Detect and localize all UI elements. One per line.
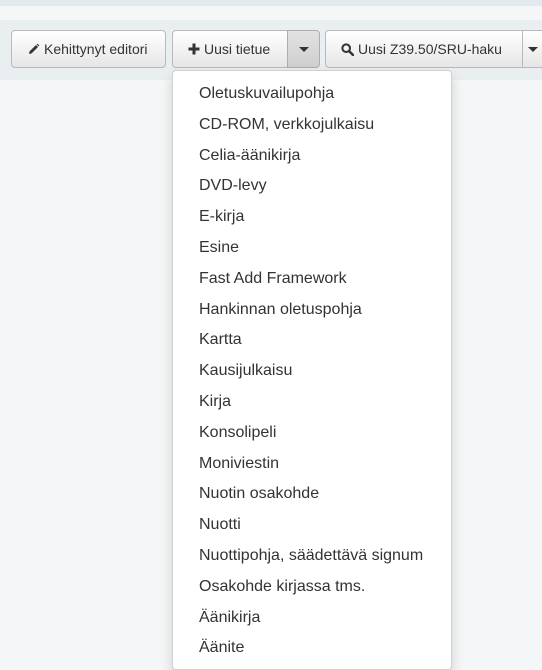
framework-menu-item[interactable]: Fast Add Framework — [173, 264, 451, 295]
framework-menu-item[interactable]: Oletuskuvailupohja — [173, 79, 451, 110]
framework-menu-item[interactable]: Kausijulkaisu — [173, 356, 451, 387]
advanced-editor-button[interactable]: Kehittynyt editori — [11, 30, 166, 68]
caret-down-icon — [528, 46, 538, 52]
framework-menu-item[interactable]: Esine — [173, 233, 451, 264]
caret-down-icon — [298, 46, 309, 52]
search-icon — [341, 42, 358, 56]
new-record-label: Uusi tietue — [204, 41, 271, 57]
framework-menu-item[interactable]: Hankinnan oletuspohja — [173, 295, 451, 326]
framework-dropdown-menu: Oletuskuvailupohja CD-ROM, verkkojulkaisu… — [172, 70, 452, 670]
framework-menu-item[interactable]: Nuotti — [173, 510, 451, 541]
framework-menu-item[interactable]: Kirja — [173, 387, 451, 418]
framework-menu-item[interactable]: Moniviestin — [173, 449, 451, 480]
advanced-editor-label: Kehittynyt editori — [44, 41, 148, 57]
framework-menu-item[interactable]: Nuotin osakohde — [173, 479, 451, 510]
framework-list: Oletuskuvailupohja CD-ROM, verkkojulkaisu… — [173, 71, 451, 664]
pencil-icon — [27, 43, 44, 56]
framework-menu-item[interactable]: CD-ROM, verkkojulkaisu — [173, 110, 451, 141]
framework-menu-item[interactable]: Äänikirja — [173, 603, 451, 634]
plus-icon — [188, 43, 204, 55]
z3950-search-button[interactable]: Uusi Z39.50/SRU-haku — [325, 30, 523, 68]
framework-menu-item[interactable]: Kartta — [173, 325, 451, 356]
framework-menu-item[interactable]: Äänite — [173, 633, 451, 664]
top-strip — [0, 0, 542, 6]
framework-menu-item[interactable]: DVD-levy — [173, 171, 451, 202]
new-record-button[interactable]: Uusi tietue — [172, 30, 288, 68]
framework-menu-item[interactable]: E-kirja — [173, 202, 451, 233]
new-record-dropdown-toggle[interactable] — [287, 30, 320, 68]
z3950-search-label: Uusi Z39.50/SRU-haku — [358, 41, 502, 57]
z3950-dropdown-toggle[interactable] — [522, 30, 542, 68]
framework-menu-item[interactable]: Osakohde kirjassa tms. — [173, 572, 451, 603]
framework-menu-item[interactable]: Celia-äänikirja — [173, 141, 451, 172]
framework-menu-item[interactable]: Nuottipohja, säädettävä signum — [173, 541, 451, 572]
framework-menu-item[interactable]: Konsolipeli — [173, 418, 451, 449]
